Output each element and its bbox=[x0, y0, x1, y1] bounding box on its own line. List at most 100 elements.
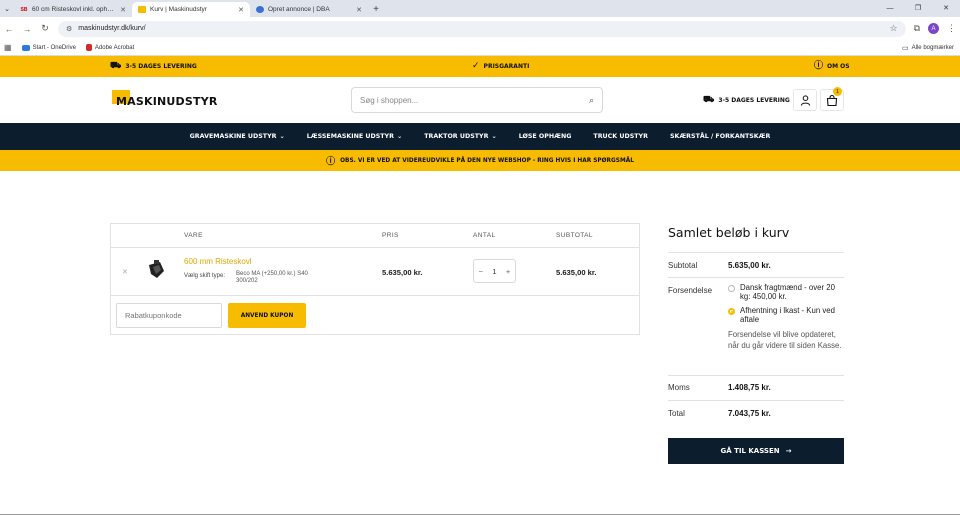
tab-favicon: SB bbox=[20, 6, 28, 13]
bookmark-acrobat[interactable]: Adobe Acrobat bbox=[85, 44, 134, 51]
bookmarks-bar: ▦ Start - OneDrive Adobe Acrobat ▭ Alle … bbox=[0, 40, 960, 56]
chevron-down-icon: ⌄ bbox=[279, 133, 285, 140]
topbar-price-label: PRISGARANTI bbox=[483, 63, 530, 70]
site-info-icon[interactable]: ⚙ bbox=[66, 25, 72, 33]
quantity-stepper[interactable]: − 1 + bbox=[473, 259, 516, 283]
minimize-icon[interactable]: — bbox=[876, 0, 904, 17]
bookmark-onedrive[interactable]: Start - OneDrive bbox=[21, 44, 76, 51]
cart-button[interactable]: 1 bbox=[820, 87, 844, 111]
tab-close-icon[interactable]: ✕ bbox=[238, 6, 244, 14]
variant-label: Vælg skift type: bbox=[184, 273, 226, 279]
topbar-about[interactable]: ⓘ OM OS bbox=[814, 62, 850, 71]
qty-value[interactable]: 1 bbox=[492, 267, 496, 276]
chevron-down-icon: ⌄ bbox=[491, 133, 497, 140]
tab-title: Kurv | Maskinudstyr bbox=[150, 6, 207, 13]
remove-item-icon[interactable]: ✕ bbox=[122, 268, 128, 276]
radio-button-selected[interactable] bbox=[728, 308, 735, 315]
cart-table-header: VARE PRIS ANTAL SUBTOTAL bbox=[111, 224, 639, 248]
truck-icon: ⛟ bbox=[703, 95, 715, 105]
shipping-option-freight[interactable]: Dansk fragtmænd - over 20 kg: 450,00 kr. bbox=[728, 283, 844, 301]
reload-icon[interactable]: ↻ bbox=[40, 23, 50, 34]
site-top-bar: ⛟ 3-5 DAGES LEVERING ✓ PRISGARANTI ⓘ OM … bbox=[0, 56, 960, 77]
cart-count-badge: 1 bbox=[833, 87, 842, 96]
cart-item-row: ✕ 600 mm Risteskovl Vælg skift type: Bec… bbox=[111, 248, 639, 296]
tab-favicon bbox=[256, 6, 264, 13]
extensions-icon[interactable]: ⧉ bbox=[914, 23, 920, 34]
divider bbox=[668, 252, 844, 253]
tab-search-icon[interactable]: ⌄ bbox=[0, 0, 14, 17]
shipping-label: Forsendelse bbox=[668, 286, 713, 295]
bookmark-label: Start - OneDrive bbox=[32, 44, 76, 51]
tab-title: Opret annonce | DBA bbox=[268, 6, 330, 13]
coupon-row: ANVEND KUPON bbox=[111, 296, 639, 334]
nav-label: LÆSSEMASKINE UDSTYR bbox=[306, 133, 394, 140]
variant-value: Beco MA (+250,00 kr.) S40 300/202 bbox=[236, 271, 308, 284]
browser-tab-bar: ⌄ SB 60 cm Risteskovl inkl. ophæng ✕ Kur… bbox=[0, 0, 960, 17]
site-header: MASKINUDSTYR Søg i shoppen... ⌕ ⛟ 3-5 DA… bbox=[0, 77, 960, 123]
product-thumbnail[interactable] bbox=[145, 259, 167, 281]
nav-item-truck[interactable]: TRUCK UDSTYR bbox=[593, 133, 648, 140]
nav-item-skaerstaal[interactable]: SKÆRSTÅL / FORKANTSKÆR bbox=[670, 133, 770, 140]
divider bbox=[668, 400, 844, 401]
nav-item-gravemaskine[interactable]: GRAVEMASKINE UDSTYR ⌄ bbox=[190, 133, 285, 140]
check-badge-icon: ✓ bbox=[472, 61, 480, 71]
all-bookmarks[interactable]: ▭ Alle bogmærker bbox=[902, 40, 954, 56]
all-bookmarks-label: Alle bogmærker bbox=[911, 45, 954, 51]
maximize-icon[interactable]: ❐ bbox=[904, 0, 932, 17]
logo-text: MASKINUDSTYR bbox=[116, 95, 218, 108]
nav-label: SKÆRSTÅL / FORKANTSKÆR bbox=[669, 133, 771, 140]
info-icon: ⓘ bbox=[326, 157, 336, 167]
shipping-note: Forsendelse vil blive opdateret, når du … bbox=[728, 330, 842, 350]
subtotal-label: Subtotal bbox=[668, 261, 698, 270]
apply-coupon-button[interactable]: ANVEND KUPON bbox=[228, 303, 306, 328]
checkout-button[interactable]: GÅ TIL KASSEN → bbox=[668, 438, 844, 464]
bookmark-star-icon[interactable]: ☆ bbox=[889, 23, 897, 34]
close-window-icon[interactable]: ✕ bbox=[932, 0, 960, 17]
cart-totals: Samlet beløb i kurv Subtotal 5.635,00 kr… bbox=[668, 225, 844, 464]
subtotal-value: 5.635,00 kr. bbox=[728, 261, 771, 270]
new-tab-button[interactable]: + bbox=[368, 2, 384, 17]
shipping-option-pickup[interactable]: Afhentning i lkast - Kun ved aftale bbox=[728, 306, 844, 324]
browser-tab-active[interactable]: Kurv | Maskinudstyr ✕ bbox=[132, 2, 250, 17]
browser-tab[interactable]: Opret annonce | DBA ✕ bbox=[250, 2, 368, 17]
header-qty: ANTAL bbox=[473, 232, 496, 239]
header-price: PRIS bbox=[382, 232, 399, 239]
tab-close-icon[interactable]: ✕ bbox=[356, 6, 362, 14]
tab-close-icon[interactable]: ✕ bbox=[120, 6, 126, 14]
url-text: maskinudstyr.dk/kurv/ bbox=[78, 25, 146, 32]
site-logo[interactable]: MASKINUDSTYR bbox=[112, 90, 218, 108]
nav-label: LØSE OPHÆNG bbox=[518, 133, 572, 140]
apps-grid-icon[interactable]: ▦ bbox=[4, 43, 12, 52]
nav-item-laessemaskine[interactable]: LÆSSEMASKINE UDSTYR ⌄ bbox=[307, 133, 402, 140]
forward-icon[interactable]: → bbox=[22, 24, 32, 34]
back-icon[interactable]: ← bbox=[4, 24, 14, 34]
browser-menu-icon[interactable]: ⋮ bbox=[947, 23, 956, 34]
search-input[interactable]: Søg i shoppen... ⌕ bbox=[351, 87, 603, 113]
total-label: Total bbox=[668, 409, 685, 418]
account-button[interactable] bbox=[793, 89, 817, 111]
address-bar-row: ← → ↻ ⚙ maskinudstyr.dk/kurv/ ☆ ⧉ A ⋮ bbox=[0, 17, 960, 40]
radio-button[interactable] bbox=[728, 285, 735, 292]
divider bbox=[668, 277, 844, 278]
main-nav: GRAVEMASKINE UDSTYR ⌄ LÆSSEMASKINE UDSTYR… bbox=[0, 123, 960, 150]
topbar-delivery[interactable]: ⛟ 3-5 DAGES LEVERING bbox=[110, 62, 197, 71]
decrease-qty-button[interactable]: − bbox=[479, 267, 483, 276]
search-icon[interactable]: ⌕ bbox=[589, 95, 594, 106]
topbar-about-label: OM OS bbox=[827, 63, 850, 70]
url-bar[interactable]: ⚙ maskinudstyr.dk/kurv/ ☆ bbox=[58, 20, 906, 37]
divider bbox=[668, 375, 844, 376]
nav-item-traktor[interactable]: TRAKTOR UDSTYR ⌄ bbox=[424, 133, 496, 140]
total-value: 7.043,75 kr. bbox=[728, 409, 771, 418]
acrobat-icon bbox=[85, 44, 92, 51]
coupon-code-input[interactable] bbox=[116, 303, 222, 328]
profile-avatar[interactable]: A bbox=[928, 23, 939, 34]
nav-item-loese-ophaeng[interactable]: LØSE OPHÆNG bbox=[519, 133, 572, 140]
topbar-price-guarantee[interactable]: ✓ PRISGARANTI bbox=[472, 62, 529, 71]
increase-qty-button[interactable]: + bbox=[506, 267, 510, 276]
header-product: VARE bbox=[184, 232, 203, 239]
product-name-link[interactable]: 600 mm Risteskovl bbox=[184, 257, 252, 266]
window-controls: — ❐ ✕ bbox=[876, 0, 960, 17]
notice-bar: ⓘ OBS. VI ER VED AT VIDEREUDVIKLE PÅ DEN… bbox=[0, 150, 960, 171]
browser-tab[interactable]: SB 60 cm Risteskovl inkl. ophæng ✕ bbox=[14, 2, 132, 17]
cart-totals-title: Samlet beløb i kurv bbox=[668, 225, 790, 240]
